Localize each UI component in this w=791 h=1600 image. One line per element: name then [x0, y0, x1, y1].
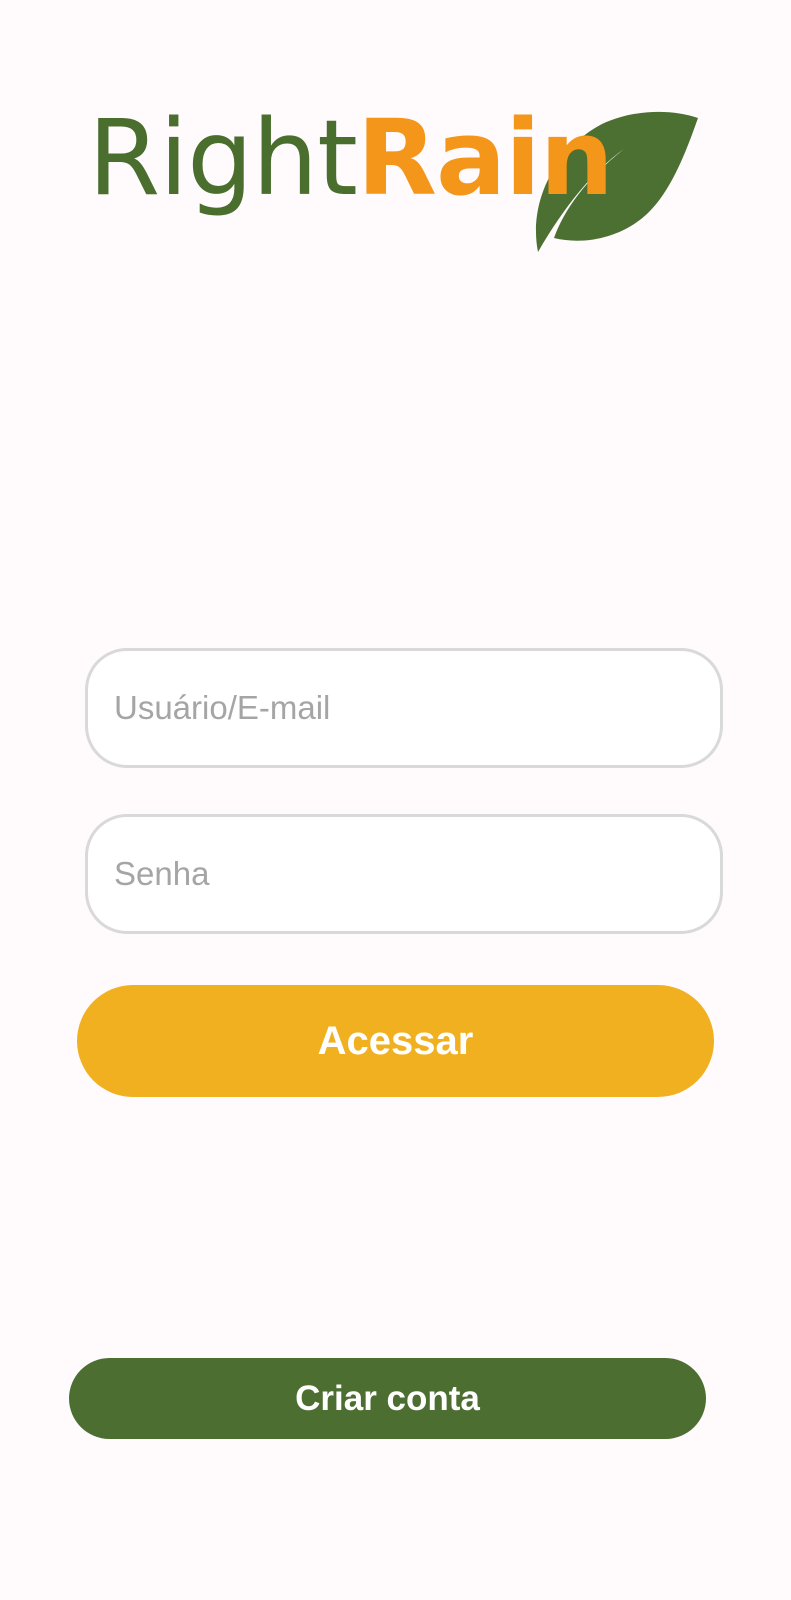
brand-rain-text: Rain	[356, 97, 614, 219]
create-account-button[interactable]: Criar conta	[69, 1358, 706, 1439]
username-email-input[interactable]	[85, 648, 723, 768]
password-input[interactable]	[85, 814, 723, 934]
brand-logo: RightRain	[88, 106, 708, 252]
access-button[interactable]: Acessar	[77, 985, 714, 1097]
brand-right-text: Right	[88, 97, 358, 219]
brand-wordmark: RightRain	[88, 106, 614, 210]
